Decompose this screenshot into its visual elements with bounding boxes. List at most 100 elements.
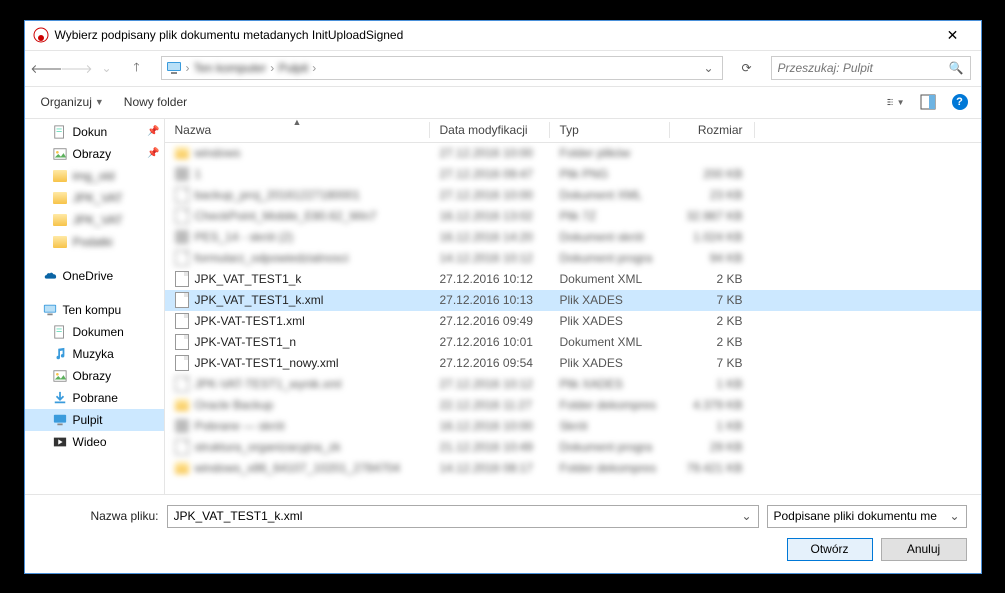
sidebar-item[interactable]: Wideo [25, 431, 164, 453]
filename-label: Nazwa pliku: [39, 509, 159, 523]
dialog-footer: Nazwa pliku: ⌄ Podpisane pliki dokumentu… [25, 494, 981, 573]
file-row[interactable]: JPK-VAT-TEST1_n27.12.2016 10:01Dokument … [165, 332, 981, 353]
file-icon [175, 187, 189, 203]
file-size: 7 KB [670, 356, 755, 370]
filename-combobox[interactable]: ⌄ [167, 505, 759, 528]
sidebar-item[interactable]: Obrazy📌 [25, 143, 164, 165]
file-date: 27.12.2016 10:01 [430, 335, 550, 349]
file-row[interactable]: windows_x86_64107_10201_278470414.12.201… [165, 458, 981, 479]
sidebar-item-onedrive[interactable]: OneDrive [25, 265, 164, 287]
column-header-size[interactable]: Rozmiar [670, 119, 755, 142]
pin-icon: 📌 [147, 126, 159, 137]
sidebar-item[interactable]: Pulpit [25, 409, 164, 431]
file-row[interactable]: formularz_odpowiedzialnosci14.12.2016 10… [165, 248, 981, 269]
file-date: 27.12.2016 10:00 [430, 188, 550, 202]
file-size: 200 KB [670, 167, 755, 181]
file-size: 32.987 KB [670, 209, 755, 223]
app-icon [33, 27, 49, 43]
file-size: 29 KB [670, 440, 755, 454]
file-row[interactable]: JPK-VAT-TEST1_wynik.xml 27.12.2016 10:12P… [165, 374, 981, 395]
file-row[interactable]: CheckPoint_Mobile_E80.62_Win716.12.2016 … [165, 206, 981, 227]
file-icon [175, 334, 189, 350]
file-size: 23 KB [670, 188, 755, 202]
sidebar-item-thispc[interactable]: Ten kompu [25, 299, 164, 321]
forward-button[interactable]: 🡒 [65, 56, 89, 80]
breadcrumb-item[interactable]: Ten komputer [194, 61, 267, 75]
back-button[interactable]: 🡐 [35, 56, 59, 80]
file-row[interactable]: struktura_organizacyjna_zk21.12.2016 10:… [165, 437, 981, 458]
window-title: Wybierz podpisany plik dokumentu metadan… [55, 28, 933, 42]
close-button[interactable]: ✕ [933, 21, 973, 49]
file-pane: Nazwa▲ Data modyfikacji Typ Rozmiar wind… [165, 119, 981, 494]
file-row[interactable]: backup_proj_2016122718000127.12.2016 10:… [165, 185, 981, 206]
file-type: Plik PNG [550, 167, 670, 181]
filename-input[interactable] [174, 509, 742, 523]
file-type: Skrót [550, 419, 670, 433]
view-options-button[interactable]: ▼ [887, 93, 905, 111]
refresh-button[interactable]: ⟳ [735, 56, 759, 80]
chevron-down-icon[interactable]: ⌄ [741, 509, 751, 523]
file-type: Dokument progra [550, 440, 670, 454]
file-size: 1 KB [670, 419, 755, 433]
file-icon [175, 355, 189, 371]
file-icon [175, 439, 189, 455]
address-bar[interactable]: › Ten komputer › Pulpit › ⌄ [161, 56, 723, 80]
file-row[interactable]: PES_14 - skrót (2)16.12.2016 14:20Dokume… [165, 227, 981, 248]
file-row[interactable]: Pobrane — skrót16.12.2016 10:00Skrót1 KB [165, 416, 981, 437]
help-button[interactable]: ? [951, 93, 969, 111]
file-row[interactable]: JPK_VAT_TEST1_k.xml27.12.2016 10:13Plik … [165, 290, 981, 311]
breadcrumb-separator: › [270, 61, 274, 75]
file-type: Plik XADES [550, 377, 670, 391]
file-date: 16.12.2016 10:00 [430, 419, 550, 433]
sidebar-item[interactable]: Pobrane [25, 387, 164, 409]
sidebar-item[interactable]: JPK_VAT [25, 209, 164, 231]
file-type: Plik 7Z [550, 209, 670, 223]
file-name: windows_x86_64107_10201_2784704 [195, 461, 401, 475]
organize-menu[interactable]: Organizuj▼ [41, 95, 104, 109]
file-row[interactable]: 127.12.2016 09:47Plik PNG200 KB [165, 164, 981, 185]
file-type-filter[interactable]: Podpisane pliki dokumentu me ⌄ [767, 505, 967, 528]
file-row[interactable]: JPK-VAT-TEST1_nowy.xml27.12.2016 09:54Pl… [165, 353, 981, 374]
navigation-sidebar: Dokun📌Obrazy📌img_oldJPK_VATJPK_VATPodatk… [25, 119, 165, 494]
file-icon [175, 208, 189, 224]
generic-icon [175, 230, 189, 244]
file-icon [175, 376, 189, 392]
file-name: JPK-VAT-TEST1_n [195, 335, 297, 349]
file-row[interactable]: windows27.12.2016 10:00Folder plików [165, 143, 981, 164]
up-button[interactable]: 🡑 [125, 56, 149, 80]
sidebar-item[interactable]: img_old [25, 165, 164, 187]
search-input[interactable] [778, 61, 949, 75]
folder-icon [175, 147, 189, 159]
sidebar-item[interactable]: Obrazy [25, 365, 164, 387]
file-type: Folder dekompres [550, 461, 670, 475]
sidebar-item[interactable]: Dokun📌 [25, 121, 164, 143]
open-button[interactable]: Otwórz [787, 538, 873, 561]
file-row[interactable]: Oracle Backup22.12.2016 11:27Folder deko… [165, 395, 981, 416]
sidebar-item[interactable]: Dokumen [25, 321, 164, 343]
column-header-name[interactable]: Nazwa▲ [165, 119, 430, 142]
file-size: 1.024 KB [670, 230, 755, 244]
sidebar-item[interactable]: Muzyka [25, 343, 164, 365]
folder-icon [175, 462, 189, 474]
breadcrumb-item[interactable]: Pulpit [278, 61, 308, 75]
preview-pane-button[interactable] [919, 93, 937, 111]
column-header-date[interactable]: Data modyfikacji [430, 119, 550, 142]
column-header-type[interactable]: Typ [550, 119, 670, 142]
search-box[interactable]: 🔍 [771, 56, 971, 80]
recent-dropdown[interactable]: ⌄ [95, 56, 119, 80]
address-dropdown[interactable]: ⌄ [699, 61, 717, 75]
file-row[interactable]: JPK-VAT-TEST1.xml27.12.2016 09:49Plik XA… [165, 311, 981, 332]
new-folder-button[interactable]: Nowy folder [124, 95, 187, 109]
file-date: 27.12.2016 10:12 [430, 272, 550, 286]
sidebar-item[interactable]: JPK_VAT [25, 187, 164, 209]
file-date: 27.12.2016 10:12 [430, 377, 550, 391]
cancel-button[interactable]: Anuluj [881, 538, 967, 561]
file-row[interactable]: JPK_VAT_TEST1_k27.12.2016 10:12Dokument … [165, 269, 981, 290]
file-size: 79.421 KB [670, 461, 755, 475]
column-headers: Nazwa▲ Data modyfikacji Typ Rozmiar [165, 119, 981, 143]
file-date: 27.12.2016 09:54 [430, 356, 550, 370]
generic-icon [175, 419, 189, 433]
file-list[interactable]: windows27.12.2016 10:00Folder plików127.… [165, 143, 981, 494]
sidebar-item[interactable]: Podatki [25, 231, 164, 253]
file-name: JPK-VAT-TEST1_wynik.xml [195, 377, 342, 391]
